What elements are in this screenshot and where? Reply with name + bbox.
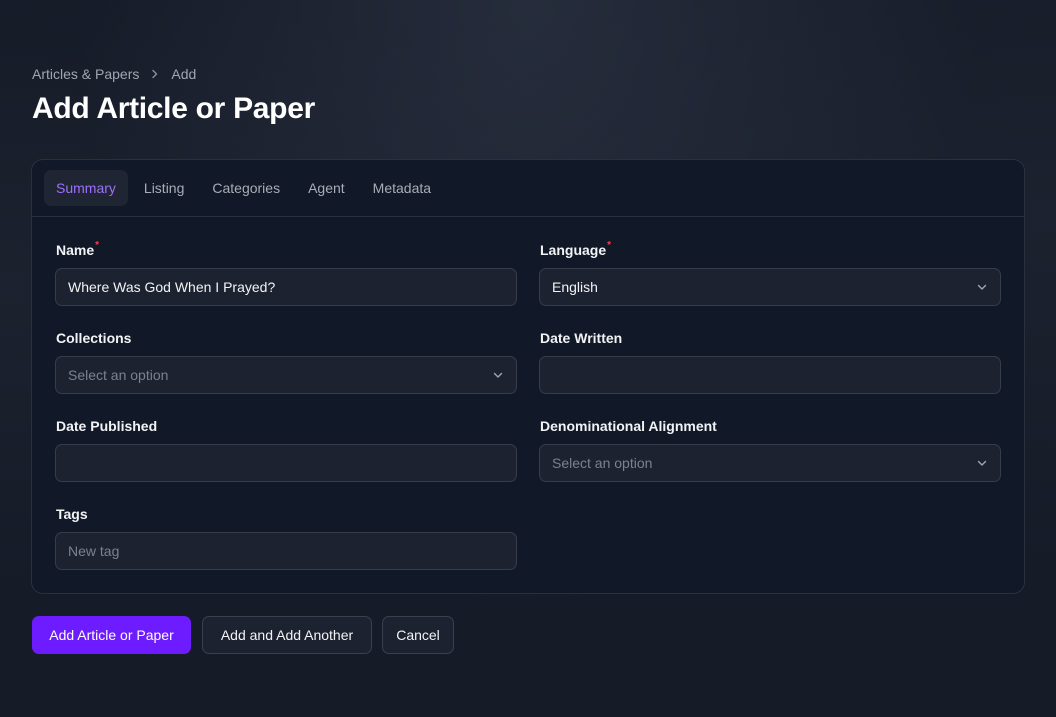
chevron-down-icon <box>493 372 503 378</box>
chevron-right-icon <box>149 65 161 83</box>
language-label-text: Language <box>540 242 607 258</box>
chevron-down-icon <box>977 460 987 466</box>
language-select[interactable]: English <box>539 268 1001 306</box>
date-written-input[interactable] <box>539 356 1001 394</box>
collections-label: Collections <box>56 330 132 346</box>
cancel-button[interactable]: Cancel <box>382 616 454 654</box>
collections-select[interactable]: Select an option <box>55 356 517 394</box>
required-marker: * <box>95 240 100 251</box>
page-title: Add Article or Paper <box>32 92 315 125</box>
tags-input-placeholder: New tag <box>68 543 120 559</box>
breadcrumb: Articles & Papers Add <box>32 65 196 83</box>
tab-listing[interactable]: Listing <box>132 170 196 206</box>
name-label-text: Name <box>56 242 95 258</box>
chevron-down-icon <box>977 284 987 290</box>
date-written-label: Date Written <box>540 330 623 346</box>
denominational-alignment-select[interactable]: Select an option <box>539 444 1001 482</box>
required-marker: * <box>607 240 612 251</box>
denominational-alignment-label: Denominational Alignment <box>540 418 717 434</box>
tab-categories[interactable]: Categories <box>200 170 292 206</box>
tags-input[interactable]: New tag <box>55 532 517 570</box>
date-published-input[interactable] <box>55 444 517 482</box>
denominational-alignment-placeholder: Select an option <box>552 455 653 471</box>
tab-summary[interactable]: Summary <box>44 170 128 206</box>
collections-select-placeholder: Select an option <box>68 367 169 383</box>
name-label: Name* <box>56 240 100 258</box>
language-label: Language* <box>540 240 612 258</box>
add-article-button[interactable]: Add Article or Paper <box>32 616 191 654</box>
tab-agent[interactable]: Agent <box>296 170 357 206</box>
breadcrumb-current: Add <box>171 66 197 82</box>
date-published-label: Date Published <box>56 418 158 434</box>
tab-metadata[interactable]: Metadata <box>361 170 443 206</box>
name-input-value: Where Was God When I Prayed? <box>68 279 276 295</box>
language-select-value: English <box>552 279 598 295</box>
tab-bar: Summary Listing Categories Agent Metadat… <box>32 160 1024 217</box>
breadcrumb-parent-link[interactable]: Articles & Papers <box>32 66 139 82</box>
add-and-add-another-button[interactable]: Add and Add Another <box>202 616 372 654</box>
form-card: Summary Listing Categories Agent Metadat… <box>31 159 1025 594</box>
tags-label: Tags <box>56 506 88 522</box>
name-input[interactable]: Where Was God When I Prayed? <box>55 268 517 306</box>
